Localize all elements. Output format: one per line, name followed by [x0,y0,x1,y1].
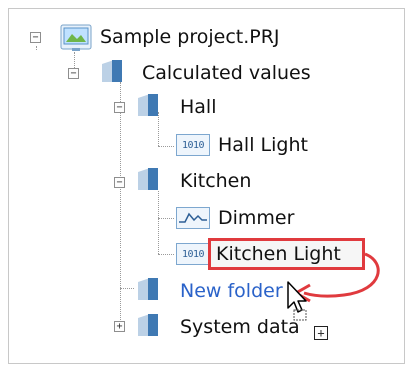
tree-node-hall-light[interactable]: Hall Light [218,128,308,162]
tree-connector [120,288,134,289]
drag-add-badge: + [314,326,328,340]
binary-glyph: 1010 [181,248,205,260]
binary-value-icon: 1010 [176,243,210,265]
tree-node-system-data[interactable]: System data [180,310,300,344]
tree-connector [158,146,174,147]
binary-value-icon: 1010 [176,134,210,156]
tree-connector [158,218,174,219]
node-label: New folder [180,279,283,302]
minus-glyph: − [32,32,39,43]
folder-icon [138,94,158,116]
node-label: Dimmer [218,206,295,229]
collapse-calculated-toggle[interactable]: − [68,68,79,79]
folder-icon [138,278,158,300]
drag-cursor-icon [287,281,307,321]
tree-connector [158,191,159,254]
collapse-kitchen-toggle[interactable]: − [114,177,125,188]
minus-glyph: − [116,177,123,188]
tree-node-calculated-values[interactable]: Calculated values [142,56,311,90]
folder-icon [138,314,158,336]
plus-glyph: + [116,321,123,332]
project-icon [60,24,92,51]
folder-icon [138,168,158,190]
tree-node-new-folder[interactable]: New folder [180,274,283,308]
project-tree: − Sample project.PRJ − Calculated values… [0,0,413,370]
plus-glyph: + [317,326,325,340]
tree-node-project[interactable]: Sample project.PRJ [100,20,280,54]
tree-node-hall[interactable]: Hall [180,90,217,124]
node-label: Sample project.PRJ [100,25,280,48]
tree-node-dimmer[interactable]: Dimmer [218,201,294,235]
analog-value-icon [176,207,210,229]
folder-icon [102,60,122,82]
tree-connector [36,46,37,50]
collapse-hall-toggle[interactable]: − [114,102,125,113]
node-label: Hall Light [218,133,308,156]
node-label: Calculated values [142,61,311,84]
minus-glyph: − [70,68,77,79]
tree-connector [158,254,174,255]
collapse-root-toggle[interactable]: − [30,32,41,43]
tree-node-kitchen[interactable]: Kitchen [180,164,251,198]
node-label: Hall [180,95,217,118]
node-label: Kitchen [180,169,252,192]
binary-glyph: 1010 [181,139,205,151]
node-label: System data [180,315,300,338]
minus-glyph: − [116,102,123,113]
expand-system-data-toggle[interactable]: + [114,321,125,332]
